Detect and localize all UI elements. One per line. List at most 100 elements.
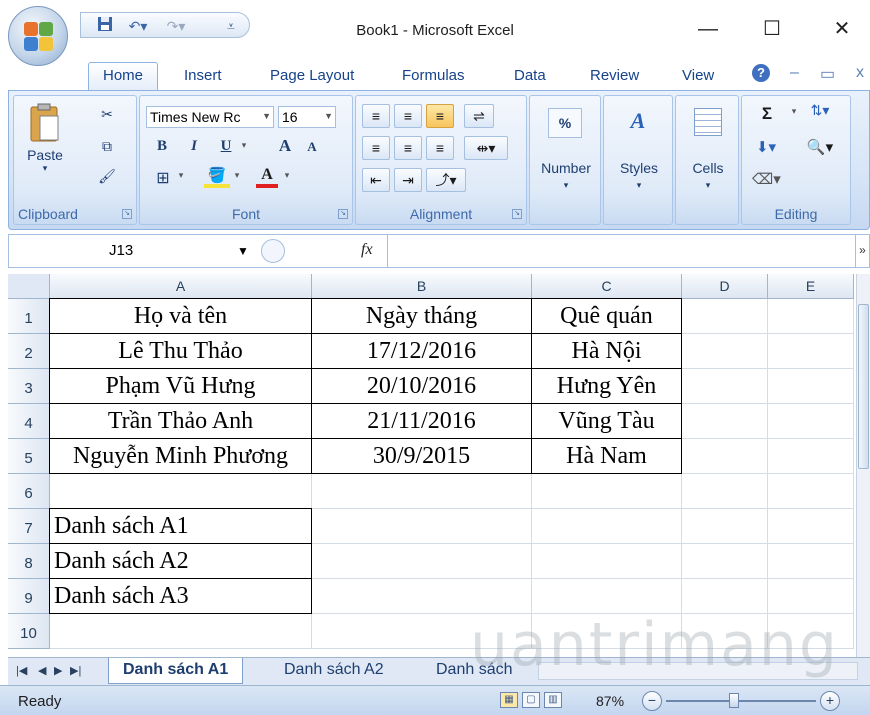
underline-dropdown-icon[interactable]: ▾ <box>238 140 250 151</box>
cell-b5[interactable]: 30/9/2015 <box>311 438 532 474</box>
autosum-dropdown-icon[interactable]: ▾ <box>788 106 800 117</box>
row-header-9[interactable]: 9 <box>8 579 50 614</box>
help-icon[interactable]: ? <box>752 64 770 82</box>
fill-color-icon[interactable]: 🪣 <box>204 166 230 188</box>
merge-center-icon[interactable]: ⇹▾ <box>464 136 508 160</box>
select-all-button[interactable] <box>8 274 50 299</box>
column-header-b[interactable]: B <box>312 274 532 299</box>
name-box-dropdown-icon[interactable]: ▼ <box>237 244 249 258</box>
fill-icon[interactable]: ⬇▾ <box>752 138 780 156</box>
cell-a10[interactable] <box>50 614 312 649</box>
first-sheet-icon[interactable]: |◀ <box>16 664 27 677</box>
name-box[interactable]: J13 <box>9 235 249 267</box>
cell-c6[interactable] <box>532 474 682 509</box>
cell-e6[interactable] <box>768 474 854 509</box>
cell-a8[interactable]: Danh sách A2 <box>49 543 312 579</box>
row-header-5[interactable]: 5 <box>8 439 50 474</box>
vertical-scrollbar[interactable] <box>856 274 870 657</box>
office-button[interactable] <box>8 6 68 66</box>
cell-a6[interactable] <box>50 474 312 509</box>
row-header-4[interactable]: 4 <box>8 404 50 439</box>
row-header-6[interactable]: 6 <box>8 474 50 509</box>
orientation-icon[interactable]: ⤴▾ <box>426 168 466 192</box>
cell-e5[interactable] <box>768 439 854 474</box>
underline-button[interactable]: U <box>216 138 236 155</box>
column-header-e[interactable]: E <box>768 274 854 299</box>
sheet-tab-danh-sach-a1[interactable]: Danh sách A1 <box>108 658 244 684</box>
insert-function-button[interactable]: fx <box>361 241 373 259</box>
cell-b2[interactable]: 17/12/2016 <box>311 333 532 369</box>
fill-color-dropdown-icon[interactable]: ▾ <box>232 170 242 181</box>
cell-b6[interactable] <box>312 474 532 509</box>
cell-c7[interactable] <box>532 509 682 544</box>
row-header-3[interactable]: 3 <box>8 369 50 404</box>
clipboard-launcher-icon[interactable]: ↘ <box>122 209 132 219</box>
borders-icon[interactable]: ⊞ <box>152 168 174 188</box>
cell-e2[interactable] <box>768 334 854 369</box>
cell-b8[interactable] <box>312 544 532 579</box>
row-header-2[interactable]: 2 <box>8 334 50 369</box>
tab-review[interactable]: Review <box>590 67 639 84</box>
cut-icon[interactable]: ✂ <box>96 106 118 123</box>
cell-d2[interactable] <box>682 334 768 369</box>
previous-sheet-icon[interactable]: ◀ <box>38 664 46 677</box>
decrease-indent-icon[interactable]: ⇤ <box>362 168 390 192</box>
cell-c9[interactable] <box>532 579 682 614</box>
cell-b9[interactable] <box>312 579 532 614</box>
increase-indent-icon[interactable]: ⇥ <box>394 168 422 192</box>
shrink-font-button[interactable]: A <box>302 139 322 155</box>
cell-d7[interactable] <box>682 509 768 544</box>
cell-e7[interactable] <box>768 509 854 544</box>
last-sheet-icon[interactable]: ▶| <box>70 664 81 677</box>
maximize-button[interactable]: ☐ <box>752 14 792 44</box>
ribbon-minimize-button[interactable]: – <box>790 64 799 82</box>
cell-e1[interactable] <box>768 299 854 334</box>
font-launcher-icon[interactable]: ↘ <box>338 209 348 219</box>
cell-a4[interactable]: Trần Thảo Anh <box>49 403 312 439</box>
row-header-8[interactable]: 8 <box>8 544 50 579</box>
zoom-slider-thumb[interactable] <box>729 693 739 708</box>
bold-button[interactable]: B <box>152 138 172 155</box>
italic-button[interactable]: I <box>184 138 204 155</box>
formula-input[interactable] <box>393 235 853 267</box>
cell-e3[interactable] <box>768 369 854 404</box>
cell-d4[interactable] <box>682 404 768 439</box>
row-header-7[interactable]: 7 <box>8 509 50 544</box>
cells-group[interactable]: Cells ▾ <box>675 95 739 225</box>
font-color-dropdown-icon[interactable]: ▾ <box>282 170 292 181</box>
cell-d8[interactable] <box>682 544 768 579</box>
align-top-icon[interactable]: ≡ <box>362 104 390 128</box>
sort-filter-icon[interactable]: ⇅▾ <box>802 102 838 119</box>
next-sheet-icon[interactable]: ▶ <box>54 664 62 677</box>
zoom-out-button[interactable]: − <box>642 691 662 711</box>
page-break-view-icon[interactable]: ▥ <box>544 692 562 708</box>
copy-icon[interactable]: ⧉ <box>96 138 118 155</box>
align-bottom-icon[interactable]: ≡ <box>426 104 454 128</box>
borders-dropdown-icon[interactable]: ▾ <box>176 170 186 181</box>
tab-view[interactable]: View <box>682 67 714 84</box>
zoom-level[interactable]: 87% <box>596 693 624 709</box>
cell-d1[interactable] <box>682 299 768 334</box>
font-color-button[interactable]: A <box>256 166 278 188</box>
cell-a7[interactable]: Danh sách A1 <box>49 508 312 544</box>
number-group[interactable]: % Number ▾ <box>529 95 601 225</box>
cell-c3[interactable]: Hưng Yên <box>531 368 682 404</box>
format-painter-icon[interactable]: 🖌 <box>96 168 118 185</box>
cell-c5[interactable]: Hà Nam <box>531 438 682 474</box>
row-header-1[interactable]: 1 <box>8 299 50 334</box>
formula-bar-handle-icon[interactable] <box>261 239 285 263</box>
expand-formula-bar-icon[interactable]: » <box>855 235 869 267</box>
align-right-icon[interactable]: ≡ <box>426 136 454 160</box>
align-left-icon[interactable]: ≡ <box>362 136 390 160</box>
cell-b1[interactable]: Ngày tháng <box>311 298 532 334</box>
cell-c8[interactable] <box>532 544 682 579</box>
cell-a5[interactable]: Nguyễn Minh Phương <box>49 438 312 474</box>
clear-icon[interactable]: ⌫▾ <box>752 170 781 188</box>
find-select-icon[interactable]: 🔍▾ <box>802 138 838 156</box>
cell-c2[interactable]: Hà Nội <box>531 333 682 369</box>
normal-view-icon[interactable]: ▦ <box>500 692 518 708</box>
alignment-launcher-icon[interactable]: ↘ <box>512 209 522 219</box>
cell-c1[interactable]: Quê quán <box>531 298 682 334</box>
zoom-slider[interactable] <box>666 700 816 702</box>
styles-group[interactable]: A Styles ▾ <box>603 95 673 225</box>
